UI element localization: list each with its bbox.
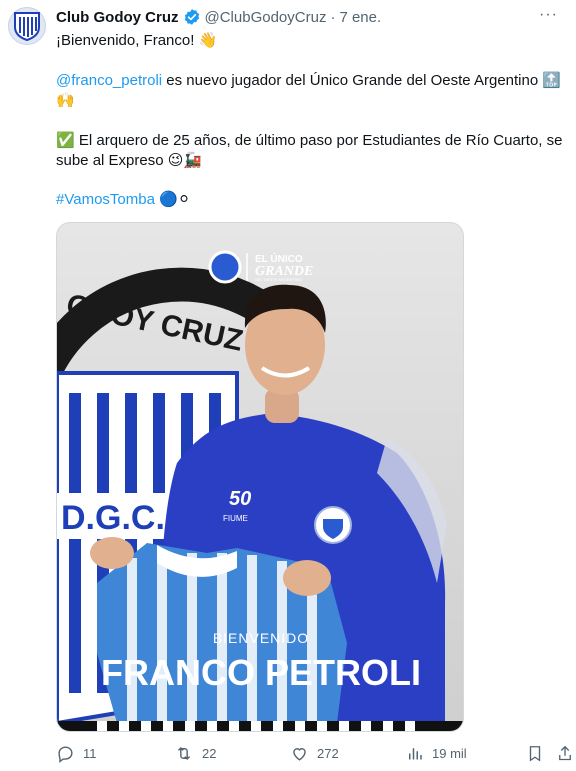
avatar[interactable]	[8, 7, 46, 45]
share-button[interactable]	[556, 744, 576, 763]
shirt-number: 50	[229, 488, 251, 510]
player-welcome-graphic: ODOY CRUZ D.G.C.A.T EL ÚNICO GRANDE DEL …	[57, 250, 463, 731]
club-crest-icon	[14, 12, 40, 41]
bookmark-button[interactable]	[526, 744, 552, 763]
verified-badge-icon[interactable]	[183, 8, 201, 26]
views-count: 19 mil	[432, 746, 467, 761]
display-name[interactable]: Club Godoy Cruz	[56, 9, 179, 26]
checkered-strip	[57, 721, 463, 731]
share-icon	[559, 745, 571, 761]
reply-icon	[58, 746, 73, 763]
welcome-text: BIENVENIDO	[213, 630, 309, 646]
tweet-line-2: @franco_petroli es nuevo jugador del Úni…	[56, 70, 566, 91]
reply-count: 11	[83, 746, 97, 761]
like-icon	[293, 748, 306, 761]
tweet-line-6: #VamosTomba 🔵⚪	[56, 189, 566, 210]
separator-dot: ·	[330, 8, 336, 26]
wink-train-emoji: 😉🚂	[167, 151, 203, 169]
raised-hands-emoji: 🙌	[56, 91, 75, 109]
reply-button[interactable]: 11	[56, 744, 97, 763]
retweet-count: 22	[202, 746, 217, 761]
mention-link[interactable]: @franco_petroli	[56, 72, 162, 89]
views-icon	[409, 748, 422, 760]
tweet-date[interactable]: 7 ene.	[339, 9, 381, 26]
user-handle[interactable]: @ClubGodoyCruz	[205, 9, 327, 26]
player-name-text: FRANCO PETROLI	[101, 652, 421, 693]
tweet-line-4: ✅ El arquero de 25 años, de último paso …	[56, 130, 566, 151]
shirt-brand: FIUME	[223, 514, 248, 523]
like-button[interactable]: 272	[290, 744, 339, 763]
tweet-line-5-text: sube al Expreso	[56, 152, 164, 169]
top-emoji: 🔝	[542, 71, 562, 89]
right-hand	[283, 560, 331, 596]
action-bar: 11 22 272 19 mil	[56, 744, 576, 768]
wave-emoji: 👋	[198, 31, 218, 49]
hashtag-link[interactable]: #VamosTomba	[56, 191, 155, 208]
bookmark-icon	[529, 746, 541, 762]
greeting-text: ¡Bienvenido, Franco!	[56, 32, 195, 49]
tweet-line-2-text: es nuevo jugador del Único Grande del Oe…	[162, 72, 539, 89]
tweet-line-4-text: El arquero de 25 años, de último paso po…	[74, 132, 563, 149]
tweet-header: Club Godoy Cruz @ClubGodoyCruz · 7 ene.	[56, 8, 381, 26]
check-emoji: ✅	[56, 131, 75, 149]
tweet-image[interactable]: ODOY CRUZ D.G.C.A.T EL ÚNICO GRANDE DEL …	[56, 222, 464, 732]
circles-emoji: 🔵⚪	[159, 190, 191, 208]
club-badge-icon	[208, 250, 242, 284]
left-hand	[90, 537, 134, 569]
retweet-icon	[177, 746, 191, 761]
like-count: 272	[317, 746, 339, 761]
badge-line-3: DEL OESTE ARGENTINO	[255, 277, 302, 282]
tweet-line-5: sube al Expreso 😉🚂	[56, 150, 566, 171]
tweet-line-1: ¡Bienvenido, Franco! 👋	[56, 30, 566, 51]
retweet-button[interactable]: 22	[174, 744, 216, 763]
views-button[interactable]: 19 mil	[406, 744, 467, 763]
more-icon[interactable]: ···	[539, 6, 558, 24]
tweet-line-3: 🙌	[56, 90, 566, 111]
